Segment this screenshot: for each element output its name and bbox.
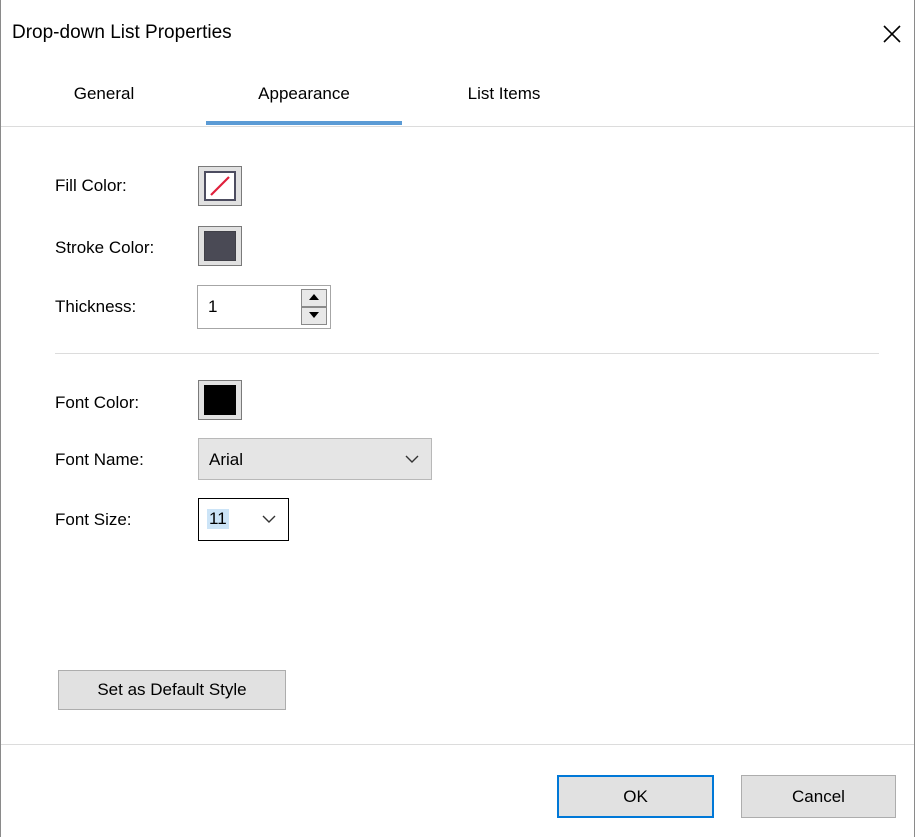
- font-color-button[interactable]: [198, 380, 242, 420]
- dialog-title: Drop-down List Properties: [12, 22, 232, 43]
- font-color-swatch: [204, 385, 236, 415]
- thickness-value[interactable]: 1: [208, 297, 217, 317]
- tab-list-items[interactable]: List Items: [419, 84, 589, 124]
- ok-button[interactable]: OK: [557, 775, 714, 818]
- thickness-stepper[interactable]: 1: [197, 285, 331, 329]
- section-divider: [55, 353, 879, 354]
- thickness-label: Thickness:: [55, 297, 137, 316]
- font-size-value[interactable]: 11: [207, 509, 229, 529]
- tab-appearance[interactable]: Appearance: [206, 84, 402, 124]
- footer-divider: [1, 744, 914, 745]
- fill-color-button[interactable]: [198, 166, 242, 206]
- title-bar: Drop-down List Properties: [1, 0, 914, 70]
- active-tab-indicator: [206, 121, 402, 125]
- font-name-value: Arial: [209, 450, 244, 469]
- no-fill-swatch-icon: [204, 171, 236, 201]
- drop-down-list-properties-dialog: Drop-down List Properties General Appear…: [0, 0, 915, 837]
- arrow-down-icon: [309, 312, 319, 318]
- stroke-color-button[interactable]: [198, 226, 242, 266]
- fill-color-label: Fill Color:: [55, 176, 127, 195]
- font-name-label: Font Name:: [55, 450, 144, 469]
- increment-button[interactable]: [301, 289, 327, 307]
- close-icon: [883, 25, 901, 43]
- chevron-down-icon: [405, 455, 419, 463]
- set-as-default-style-button[interactable]: Set as Default Style: [58, 670, 286, 710]
- stroke-color-swatch: [204, 231, 236, 261]
- stepper-buttons: [301, 289, 327, 325]
- decrement-button[interactable]: [301, 307, 327, 325]
- font-size-label: Font Size:: [55, 510, 132, 529]
- tab-bar: General Appearance List Items: [1, 70, 914, 127]
- tab-bar-divider: [1, 126, 914, 127]
- close-button[interactable]: [870, 12, 914, 56]
- font-color-label: Font Color:: [55, 393, 140, 412]
- tab-general[interactable]: General: [34, 84, 174, 124]
- font-size-combo[interactable]: 11: [198, 498, 289, 541]
- font-name-dropdown[interactable]: Arial: [198, 438, 432, 480]
- stroke-color-label: Stroke Color:: [55, 238, 155, 257]
- cancel-button[interactable]: Cancel: [741, 775, 896, 818]
- arrow-up-icon: [309, 294, 319, 300]
- chevron-down-icon: [262, 515, 276, 523]
